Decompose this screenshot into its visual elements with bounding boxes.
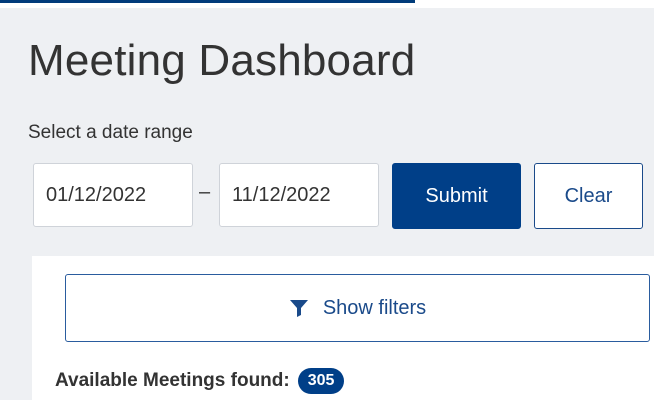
top-bar xyxy=(0,0,654,8)
page-title: Meeting Dashboard xyxy=(28,36,416,85)
clear-button[interactable]: Clear xyxy=(534,163,643,229)
date-range-label: Select a date range xyxy=(28,122,193,143)
show-filters-button[interactable]: Show filters xyxy=(65,274,650,342)
meetings-found-label: Available Meetings found: xyxy=(55,370,290,391)
meetings-count-badge: 305 xyxy=(297,368,345,394)
date-range-separator: – xyxy=(199,181,211,203)
end-date-input[interactable] xyxy=(219,163,379,227)
submit-button[interactable]: Submit xyxy=(392,163,521,229)
start-date-input[interactable] xyxy=(33,163,193,227)
results-summary: Available Meetings found: 305 xyxy=(55,368,345,394)
filter-icon xyxy=(289,298,309,318)
top-bar-accent xyxy=(0,0,415,3)
page: Meeting Dashboard Select a date range – … xyxy=(0,0,654,400)
show-filters-label: Show filters xyxy=(322,296,427,319)
